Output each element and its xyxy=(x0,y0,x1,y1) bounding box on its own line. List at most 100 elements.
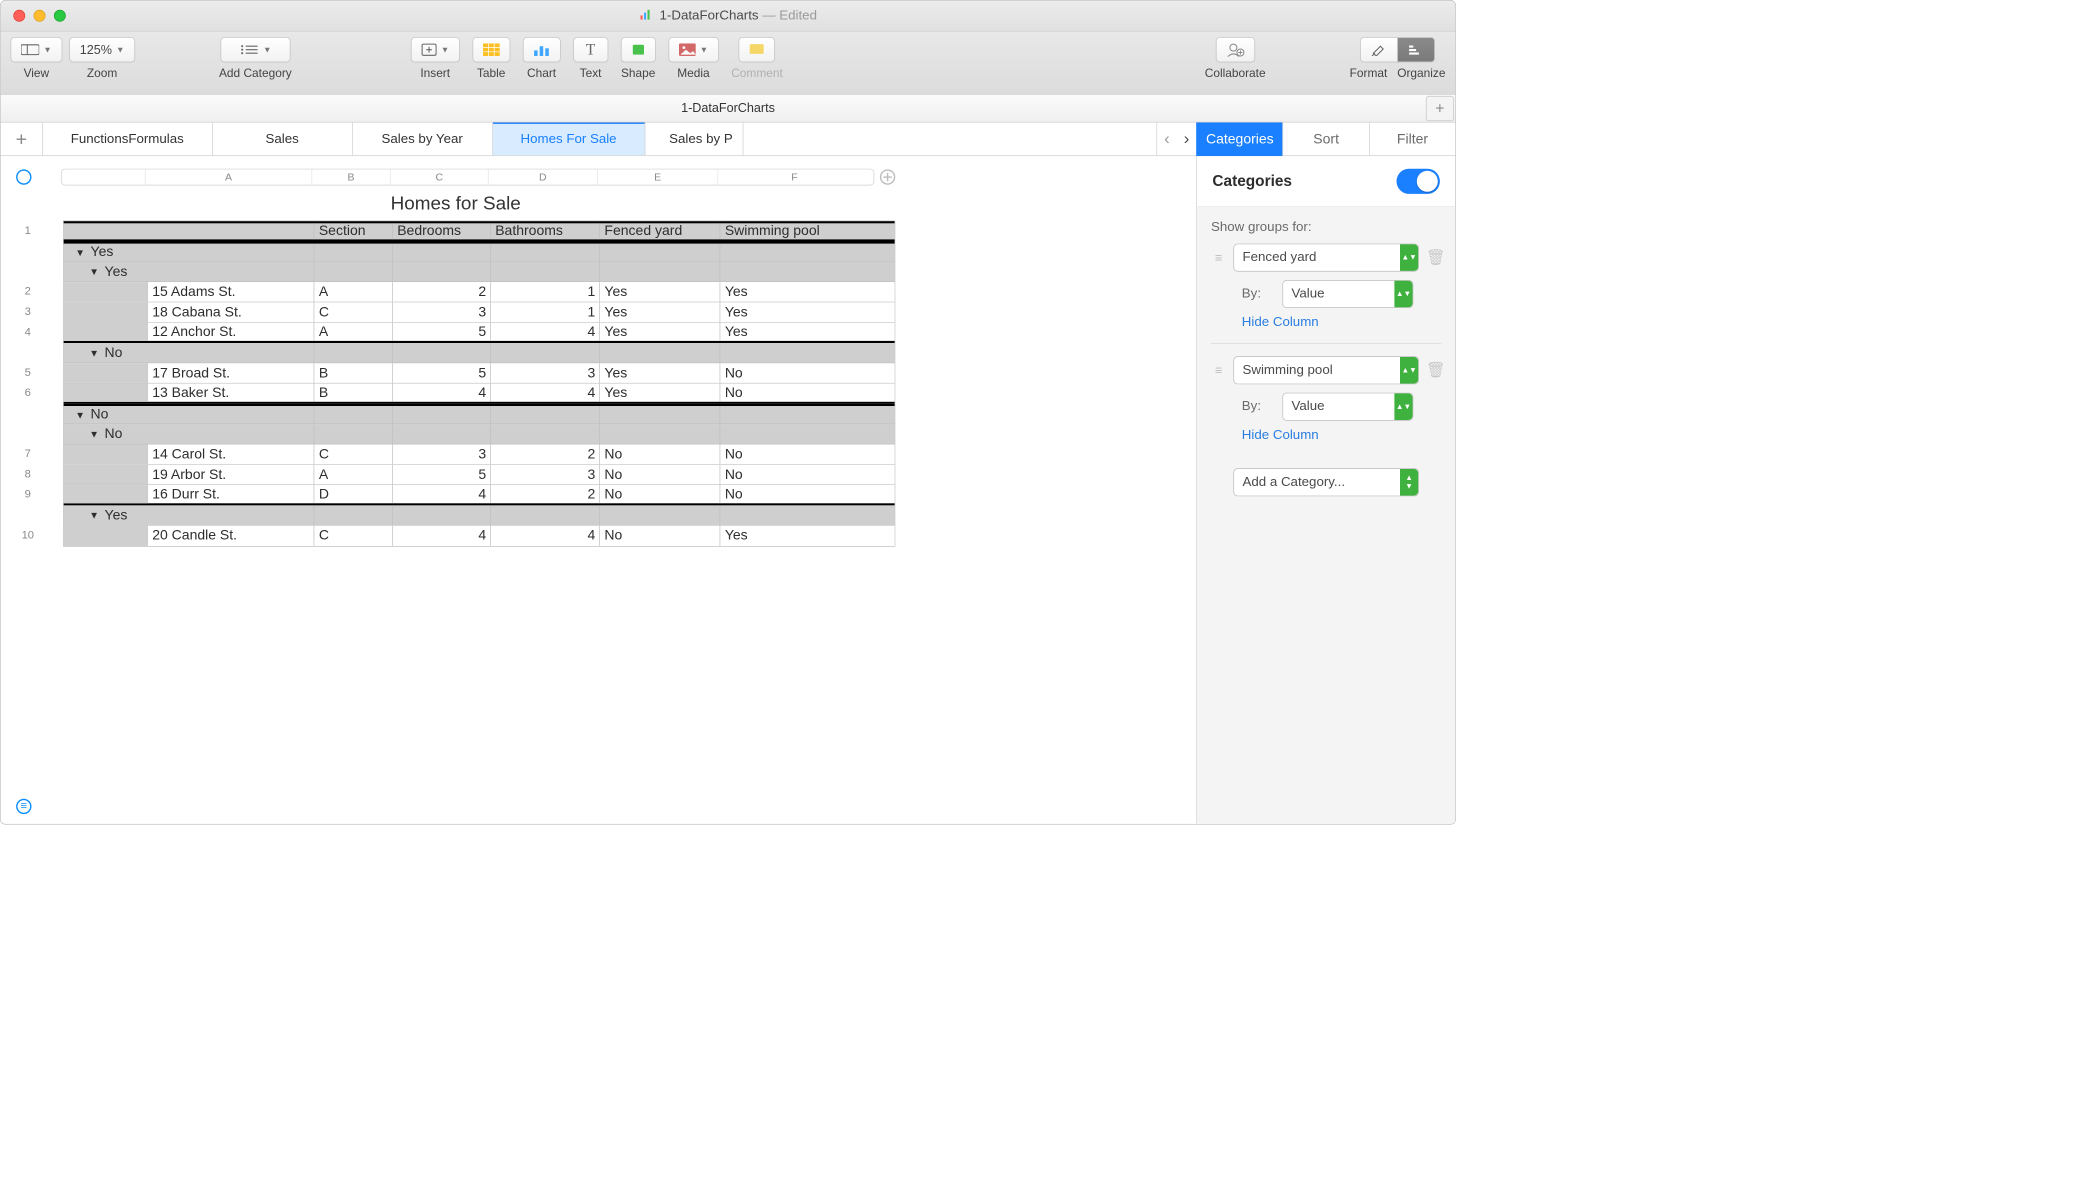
cell[interactable]: 4 xyxy=(491,384,600,402)
cell[interactable]: 3 xyxy=(491,363,600,383)
cell[interactable]: Yes xyxy=(600,323,720,341)
cell[interactable]: No xyxy=(600,465,720,485)
cell[interactable] xyxy=(393,262,491,282)
cell[interactable] xyxy=(393,424,491,444)
group-toggle[interactable]: ▼No xyxy=(64,343,315,363)
sheet-tab[interactable]: Sales xyxy=(212,123,352,156)
row-number[interactable] xyxy=(16,403,39,423)
cell[interactable]: 5 xyxy=(393,465,491,485)
organize-button[interactable] xyxy=(1397,37,1435,62)
row-number[interactable] xyxy=(16,342,39,362)
cell[interactable]: A xyxy=(315,282,393,302)
zoom-button[interactable]: 125% ▼ xyxy=(69,37,135,62)
sheet-tab[interactable]: Sales by P xyxy=(645,123,743,156)
cell[interactable] xyxy=(600,343,720,363)
cell[interactable]: 2 xyxy=(491,445,600,465)
cell[interactable] xyxy=(393,244,491,262)
cell[interactable] xyxy=(315,343,393,363)
cell[interactable] xyxy=(64,384,148,402)
row-number[interactable]: 1 xyxy=(16,221,39,241)
row-number[interactable]: 9 xyxy=(16,484,39,504)
cell[interactable]: Yes xyxy=(600,302,720,322)
cell[interactable]: 13 Baker St. xyxy=(148,384,315,402)
cell[interactable]: No xyxy=(721,363,874,383)
cell[interactable]: A xyxy=(315,323,393,341)
row-number[interactable]: 7 xyxy=(16,444,39,464)
cell[interactable]: Yes xyxy=(600,282,720,302)
cell[interactable] xyxy=(315,262,393,282)
media-button[interactable]: ▼ xyxy=(668,37,718,62)
row-number[interactable]: 3 xyxy=(16,302,39,322)
cell[interactable]: C xyxy=(315,526,393,546)
row-add-handle[interactable] xyxy=(880,169,895,184)
row-number[interactable] xyxy=(16,424,39,444)
cell[interactable] xyxy=(148,223,315,239)
cell[interactable] xyxy=(64,223,148,239)
cell[interactable] xyxy=(600,424,720,444)
cell[interactable]: 17 Broad St. xyxy=(148,363,315,383)
text-button[interactable]: T xyxy=(573,37,608,62)
cell[interactable]: No xyxy=(721,384,874,402)
cell[interactable] xyxy=(491,262,600,282)
window-close-button[interactable] xyxy=(13,10,25,22)
table-origin-handle[interactable] xyxy=(16,169,31,184)
cell[interactable] xyxy=(721,424,874,444)
cell[interactable]: 4 xyxy=(393,526,491,546)
format-button[interactable] xyxy=(1360,37,1398,62)
cell[interactable]: Yes xyxy=(721,323,874,341)
cell[interactable]: Bedrooms xyxy=(393,223,491,239)
row-number[interactable] xyxy=(16,505,39,525)
add-category-button[interactable]: ▼ xyxy=(220,37,290,62)
cell[interactable]: 15 Adams St. xyxy=(148,282,315,302)
cell[interactable] xyxy=(64,363,148,383)
window-fullscreen-button[interactable] xyxy=(54,10,66,22)
hide-column-link[interactable]: Hide Column xyxy=(1211,428,1441,443)
sheet-tab[interactable]: Homes For Sale xyxy=(492,123,645,156)
cell[interactable] xyxy=(491,505,600,525)
shape-button[interactable] xyxy=(621,37,656,62)
cell[interactable] xyxy=(600,244,720,262)
comment-button[interactable] xyxy=(739,37,775,62)
cell[interactable] xyxy=(600,406,720,424)
cell[interactable]: 4 xyxy=(393,384,491,402)
cell[interactable]: 5 xyxy=(393,363,491,383)
row-number[interactable]: 2 xyxy=(16,281,39,301)
hide-column-link[interactable]: Hide Column xyxy=(1211,315,1441,330)
spreadsheet-canvas[interactable]: ABCDEF Homes for Sale 12345678910 Sectio… xyxy=(1,156,1197,824)
group-toggle[interactable]: ▼No xyxy=(64,424,315,444)
cell[interactable] xyxy=(600,505,720,525)
chart-button[interactable] xyxy=(523,37,561,62)
category-field-select[interactable]: Swimming pool▲▼ xyxy=(1233,356,1419,384)
cell[interactable] xyxy=(721,244,874,262)
tab-scroll-right[interactable]: › xyxy=(1184,129,1190,149)
cell[interactable]: Swimming pool xyxy=(721,223,874,239)
window-minimize-button[interactable] xyxy=(34,10,46,22)
add-tab-button[interactable]: + xyxy=(1,123,43,156)
inspector-tab-sort[interactable]: Sort xyxy=(1283,123,1369,157)
cell[interactable]: 18 Cabana St. xyxy=(148,302,315,322)
cell[interactable] xyxy=(491,244,600,262)
sheet-tab[interactable]: Sales by Year xyxy=(352,123,492,156)
cell[interactable]: No xyxy=(600,445,720,465)
cell[interactable]: No xyxy=(721,485,874,503)
cell[interactable] xyxy=(491,406,600,424)
cell[interactable]: 19 Arbor St. xyxy=(148,465,315,485)
cell[interactable]: No xyxy=(721,445,874,465)
group-toggle[interactable]: ▼Yes xyxy=(64,244,315,262)
table-grid[interactable]: SectionBedroomsBathroomsFenced yardSwimm… xyxy=(63,221,895,547)
cell[interactable] xyxy=(393,505,491,525)
categories-toggle[interactable] xyxy=(1397,169,1440,194)
cell[interactable]: C xyxy=(315,302,393,322)
cell[interactable]: 4 xyxy=(491,526,600,546)
cell[interactable] xyxy=(393,343,491,363)
cell[interactable] xyxy=(64,282,148,302)
row-number[interactable]: 8 xyxy=(16,464,39,484)
tab-scroll-left[interactable]: ‹ xyxy=(1164,129,1170,149)
view-button[interactable]: ▼ xyxy=(11,37,63,62)
cell[interactable]: 14 Carol St. xyxy=(148,445,315,465)
cell[interactable]: No xyxy=(600,485,720,503)
add-category-select[interactable]: Add a Category... ▲▼ xyxy=(1233,468,1419,496)
delete-category-button[interactable]: 🗑 xyxy=(1426,361,1441,379)
cell[interactable]: 12 Anchor St. xyxy=(148,323,315,341)
cell[interactable] xyxy=(721,343,874,363)
